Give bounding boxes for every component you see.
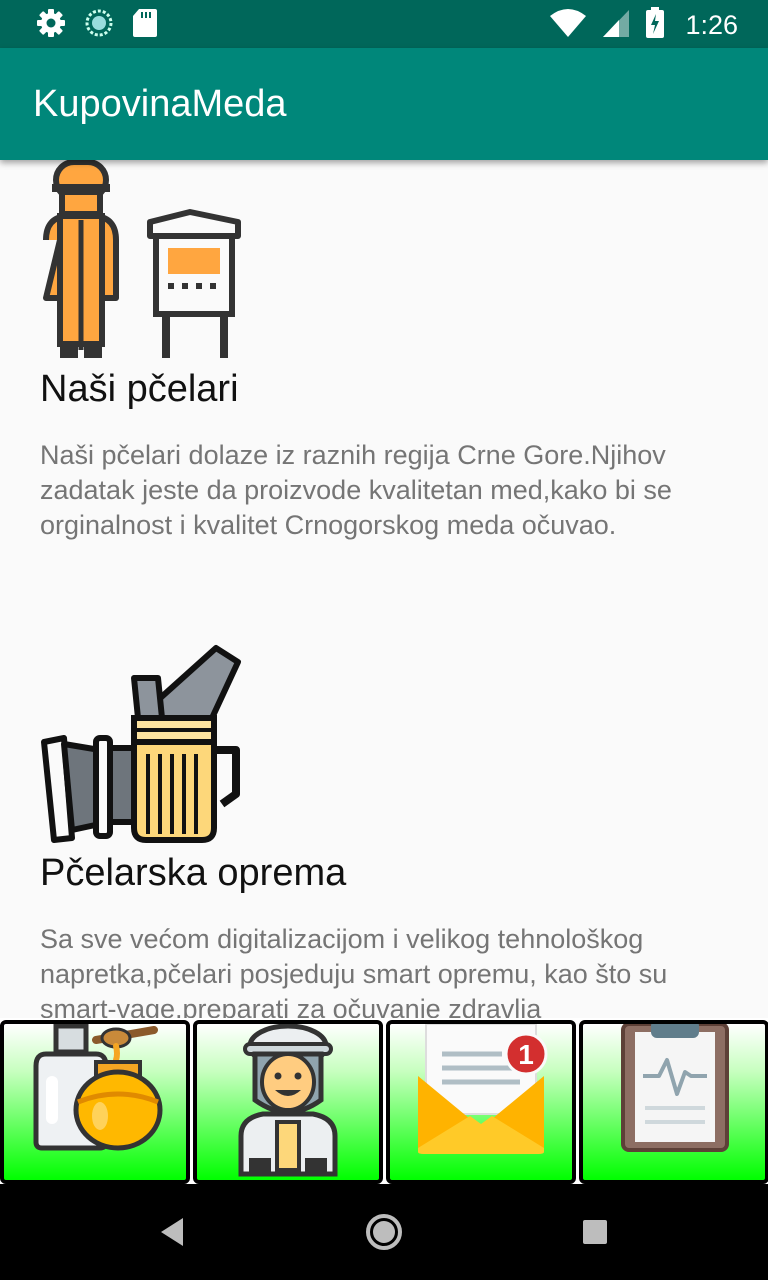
section-title: Pčelarska oprema	[40, 852, 347, 894]
app-bar: KupovinaMeda	[0, 48, 768, 160]
nav-button-beekeepers[interactable]	[193, 1020, 383, 1184]
honey-products-icon	[33, 1024, 163, 1151]
cellular-icon	[601, 8, 631, 43]
wifi-icon	[549, 8, 587, 43]
nav-button-clipboard[interactable]	[579, 1020, 768, 1184]
sync-icon	[84, 8, 114, 43]
content-scroll[interactable]: Naši pčelari Naši pčelari dolaze iz razn…	[0, 160, 768, 1020]
section-text: Naši pčelari dolaze iz raznih regija Crn…	[40, 440, 672, 540]
nav-button-mail[interactable]: 1	[386, 1020, 576, 1184]
home-icon[interactable]	[366, 1214, 402, 1250]
recents-icon[interactable]	[583, 1220, 607, 1244]
gear-icon	[36, 8, 66, 43]
app-title: KupovinaMeda	[33, 83, 287, 125]
bee-smoker-icon	[40, 644, 244, 849]
section-title: Naši pčelari	[40, 368, 239, 410]
bottom-nav: 1	[0, 1018, 768, 1184]
back-icon[interactable]	[161, 1218, 183, 1246]
nav-button-honey-products[interactable]	[0, 1020, 190, 1184]
mail-notification-icon: 1	[418, 1024, 548, 1154]
status-bar: 1:26	[0, 0, 768, 48]
status-time: 1:26	[685, 10, 738, 40]
mail-badge: 1	[518, 1039, 534, 1070]
beekeeper-hive-icon	[40, 160, 244, 367]
clipboard-icon	[621, 1024, 729, 1152]
battery-icon	[645, 7, 665, 44]
system-nav-bar	[0, 1184, 768, 1280]
sd-card-icon	[132, 8, 158, 43]
section-text: Sa sve većom digitalizacijom i velikog t…	[40, 924, 668, 1020]
beekeeper-icon	[238, 1024, 338, 1177]
